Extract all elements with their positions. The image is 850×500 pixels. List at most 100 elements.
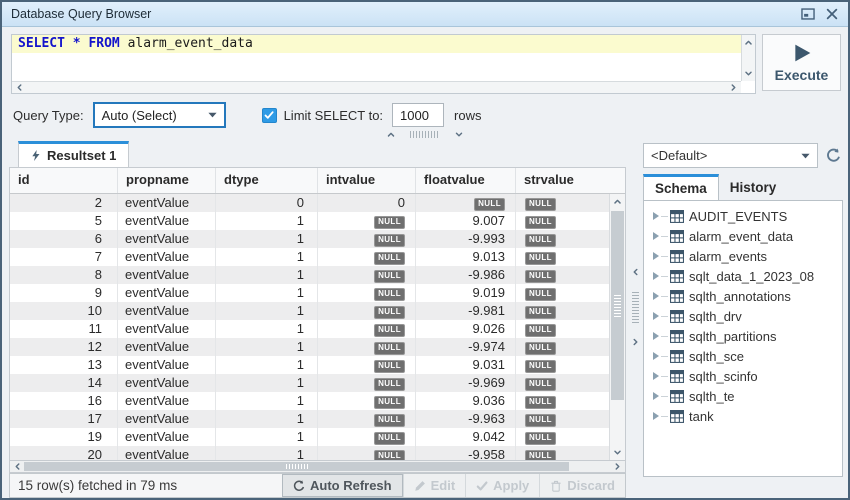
expand-icon[interactable] [653, 312, 659, 320]
expand-icon[interactable] [653, 212, 659, 220]
scroll-right-icon[interactable] [729, 83, 738, 92]
expand-icon[interactable] [653, 352, 659, 360]
expand-icon[interactable] [653, 332, 659, 340]
tree-item-sqlth_te[interactable]: sqlth_te [644, 386, 842, 406]
collapse-up-icon[interactable] [386, 130, 396, 139]
scroll-left-icon[interactable] [13, 462, 22, 471]
expand-icon[interactable] [653, 252, 659, 260]
table-row[interactable]: 5 eventValue 1 NULL 9.007 NULL [10, 212, 609, 230]
apply-button[interactable]: Apply [465, 474, 540, 497]
tree-item-sqlth_partitions[interactable]: sqlth_partitions [644, 326, 842, 346]
table-row[interactable]: 19 eventValue 1 NULL 9.042 NULL [10, 428, 609, 446]
table-row[interactable]: 11 eventValue 1 NULL 9.026 NULL [10, 320, 609, 338]
tree-item-sqlth_sce[interactable]: sqlth_sce [644, 346, 842, 366]
sql-keywords: SELECT * FROM [18, 36, 120, 51]
expand-icon[interactable] [653, 412, 659, 420]
expand-icon[interactable] [653, 392, 659, 400]
sql-text[interactable]: SELECT * FROM alarm_event_data [12, 35, 755, 53]
query-type-select[interactable]: Auto (Select) [92, 102, 226, 128]
expand-icon[interactable] [653, 372, 659, 380]
tree-item-sqlth_scinfo[interactable]: sqlth_scinfo [644, 366, 842, 386]
scrollbar-thumb[interactable] [611, 211, 624, 400]
table-name-label: sqlth_drv [689, 308, 742, 324]
tree-item-alarm_events[interactable]: alarm_events [644, 246, 842, 266]
table-row[interactable]: 6 eventValue 1 NULL -9.993 NULL [10, 230, 609, 248]
table-icon [670, 309, 684, 323]
table-row[interactable]: 20 eventValue 1 NULL -9.958 NULL [10, 446, 609, 460]
table-name-label: sqlth_scinfo [689, 368, 758, 384]
cell-strvalue: NULL [516, 410, 609, 428]
collapse-left-icon[interactable] [631, 267, 640, 277]
expand-icon[interactable] [653, 292, 659, 300]
table-row[interactable]: 10 eventValue 1 NULL -9.981 NULL [10, 302, 609, 320]
column-header-propname[interactable]: propname [118, 168, 216, 193]
cell-id: 9 [10, 284, 118, 302]
horizontal-splitter[interactable] [2, 128, 848, 140]
scroll-up-icon[interactable] [613, 197, 622, 206]
column-header-id[interactable]: id [10, 168, 118, 193]
execute-button[interactable]: Execute [762, 34, 841, 91]
close-icon[interactable] [825, 8, 839, 20]
trash-icon [550, 480, 562, 492]
table-row[interactable]: 2 eventValue 0 0 NULL NULL [10, 194, 609, 212]
collapse-right-icon[interactable] [631, 337, 640, 347]
table-vertical-scrollbar[interactable] [609, 194, 625, 460]
scroll-left-icon[interactable] [15, 83, 24, 92]
null-badge: NULL [525, 395, 556, 409]
cell-dtype: 1 [216, 410, 318, 428]
expand-icon[interactable] [653, 232, 659, 240]
table-row[interactable]: 8 eventValue 1 NULL -9.986 NULL [10, 266, 609, 284]
table-row[interactable]: 17 eventValue 1 NULL -9.963 NULL [10, 410, 609, 428]
sql-editor[interactable]: SELECT * FROM alarm_event_data [11, 34, 756, 94]
tab-schema[interactable]: Schema [643, 174, 719, 200]
scroll-right-icon[interactable] [613, 462, 622, 471]
scroll-down-icon[interactable] [613, 448, 622, 457]
tab-resultset-1[interactable]: Resultset 1 [18, 141, 130, 167]
cell-propname: eventValue [118, 212, 216, 230]
tree-item-sqlth_annotations[interactable]: sqlth_annotations [644, 286, 842, 306]
table-row[interactable]: 9 eventValue 1 NULL 9.019 NULL [10, 284, 609, 302]
datasource-select[interactable]: <Default> [643, 143, 818, 168]
cell-floatvalue: -9.958 [416, 446, 516, 460]
cell-strvalue: NULL [516, 212, 609, 230]
refresh-icon[interactable] [823, 146, 843, 166]
float-window-icon[interactable] [801, 8, 815, 20]
editor-horizontal-scrollbar[interactable] [12, 81, 741, 93]
scroll-down-icon[interactable] [744, 69, 753, 78]
column-header-floatvalue[interactable]: floatvalue [416, 168, 516, 193]
column-header-dtype[interactable]: dtype [216, 168, 318, 193]
limit-rows-input[interactable] [392, 103, 445, 127]
cell-strvalue: NULL [516, 230, 609, 248]
limit-checkbox[interactable] [261, 107, 277, 123]
tree-item-tank[interactable]: tank [644, 406, 842, 426]
splitter-grip[interactable] [631, 290, 639, 323]
scrollbar-thumb[interactable] [24, 462, 569, 471]
table-row[interactable]: 7 eventValue 1 NULL 9.013 NULL [10, 248, 609, 266]
column-header-strvalue[interactable]: strvalue [516, 168, 625, 193]
editor-vertical-scrollbar[interactable] [741, 35, 755, 81]
splitter-grip[interactable] [410, 130, 440, 138]
table-horizontal-scrollbar[interactable] [9, 460, 626, 473]
cell-strvalue: NULL [516, 428, 609, 446]
cell-id: 20 [10, 446, 118, 460]
table-row[interactable]: 16 eventValue 1 NULL 9.036 NULL [10, 392, 609, 410]
discard-button[interactable]: Discard [539, 474, 625, 497]
tab-history[interactable]: History [719, 174, 788, 200]
column-header-intvalue[interactable]: intvalue [318, 168, 416, 193]
vertical-splitter[interactable] [628, 140, 642, 473]
tree-item-alarm_event_data[interactable]: alarm_event_data [644, 226, 842, 246]
table-row[interactable]: 13 eventValue 1 NULL 9.031 NULL [10, 356, 609, 374]
rows-suffix-label: rows [454, 107, 482, 123]
execute-label: Execute [774, 66, 829, 83]
edit-button[interactable]: Edit [402, 474, 466, 497]
table-row[interactable]: 12 eventValue 1 NULL -9.974 NULL [10, 338, 609, 356]
scroll-up-icon[interactable] [744, 38, 753, 47]
table-row[interactable]: 14 eventValue 1 NULL -9.969 NULL [10, 374, 609, 392]
tree-item-sqlt_data_1_2023_08[interactable]: sqlt_data_1_2023_08 [644, 266, 842, 286]
tree-item-sqlth_drv[interactable]: sqlth_drv [644, 306, 842, 326]
tree-item-AUDIT_EVENTS[interactable]: AUDIT_EVENTS [644, 206, 842, 226]
auto-refresh-button[interactable]: Auto Refresh [281, 474, 403, 497]
cell-strvalue: NULL [516, 392, 609, 410]
expand-icon[interactable] [653, 272, 659, 280]
collapse-down-icon[interactable] [454, 130, 464, 139]
